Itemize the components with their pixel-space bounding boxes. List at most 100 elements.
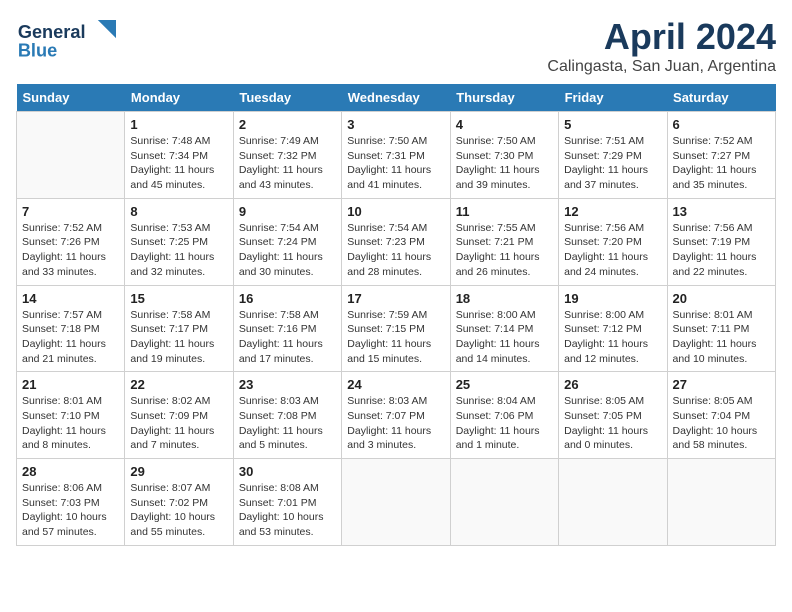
calendar-header: SundayMondayTuesdayWednesdayThursdayFrid… — [17, 84, 776, 112]
calendar-cell: 2 Sunrise: 7:49 AM Sunset: 7:32 PM Daylig… — [233, 112, 341, 199]
day-info: Sunrise: 7:52 AM Sunset: 7:27 PM Dayligh… — [673, 134, 770, 193]
title-block: April 2024 Calingasta, San Juan, Argenti… — [547, 16, 776, 76]
day-number: 25 — [456, 377, 553, 392]
calendar-week-1: 1 Sunrise: 7:48 AM Sunset: 7:34 PM Daylig… — [17, 112, 776, 199]
day-header-friday: Friday — [559, 84, 667, 112]
calendar-cell: 17 Sunrise: 7:59 AM Sunset: 7:15 PM Dayli… — [342, 285, 450, 372]
calendar-cell: 25 Sunrise: 8:04 AM Sunset: 7:06 PM Dayli… — [450, 372, 558, 459]
day-header-thursday: Thursday — [450, 84, 558, 112]
calendar-cell: 11 Sunrise: 7:55 AM Sunset: 7:21 PM Dayli… — [450, 198, 558, 285]
day-info: Sunrise: 8:03 AM Sunset: 7:07 PM Dayligh… — [347, 394, 444, 453]
calendar-week-2: 7Sunrise: 7:52 AM Sunset: 7:26 PM Daylig… — [17, 198, 776, 285]
day-info: Sunrise: 8:07 AM Sunset: 7:02 PM Dayligh… — [130, 481, 227, 540]
calendar-cell: 29 Sunrise: 8:07 AM Sunset: 7:02 PM Dayli… — [125, 459, 233, 546]
day-header-tuesday: Tuesday — [233, 84, 341, 112]
day-number: 20 — [673, 291, 770, 306]
calendar-week-5: 28 Sunrise: 8:06 AM Sunset: 7:03 PM Dayli… — [17, 459, 776, 546]
calendar-cell: 15Sunrise: 7:58 AM Sunset: 7:17 PM Dayli… — [125, 285, 233, 372]
calendar-title: April 2024 — [547, 16, 776, 58]
day-info: Sunrise: 7:57 AM Sunset: 7:18 PM Dayligh… — [22, 308, 119, 367]
day-number: 26 — [564, 377, 661, 392]
calendar-cell: 10 Sunrise: 7:54 AM Sunset: 7:23 PM Dayli… — [342, 198, 450, 285]
day-number: 11 — [456, 204, 553, 219]
calendar-table: SundayMondayTuesdayWednesdayThursdayFrid… — [16, 84, 776, 546]
calendar-cell: 13 Sunrise: 7:56 AM Sunset: 7:19 PM Dayli… — [667, 198, 775, 285]
day-header-sunday: Sunday — [17, 84, 125, 112]
calendar-cell: 24 Sunrise: 8:03 AM Sunset: 7:07 PM Dayli… — [342, 372, 450, 459]
day-info: Sunrise: 7:49 AM Sunset: 7:32 PM Dayligh… — [239, 134, 336, 193]
calendar-cell — [559, 459, 667, 546]
day-number: 24 — [347, 377, 444, 392]
day-info: Sunrise: 8:02 AM Sunset: 7:09 PM Dayligh… — [130, 394, 227, 453]
calendar-cell: 18 Sunrise: 8:00 AM Sunset: 7:14 PM Dayli… — [450, 285, 558, 372]
svg-text:Blue: Blue — [18, 40, 57, 60]
day-number: 16 — [239, 291, 336, 306]
day-info: Sunrise: 8:03 AM Sunset: 7:08 PM Dayligh… — [239, 394, 336, 453]
day-number: 18 — [456, 291, 553, 306]
page-header: General Blue April 2024 Calingasta, San … — [16, 16, 776, 76]
day-number: 27 — [673, 377, 770, 392]
day-info: Sunrise: 7:52 AM Sunset: 7:26 PM Dayligh… — [22, 221, 119, 280]
day-info: Sunrise: 8:08 AM Sunset: 7:01 PM Dayligh… — [239, 481, 336, 540]
calendar-cell — [667, 459, 775, 546]
calendar-cell: 3 Sunrise: 7:50 AM Sunset: 7:31 PM Daylig… — [342, 112, 450, 199]
calendar-cell — [17, 112, 125, 199]
day-info: Sunrise: 7:51 AM Sunset: 7:29 PM Dayligh… — [564, 134, 661, 193]
day-number: 19 — [564, 291, 661, 306]
calendar-cell: 7Sunrise: 7:52 AM Sunset: 7:26 PM Daylig… — [17, 198, 125, 285]
day-number: 5 — [564, 117, 661, 132]
calendar-cell: 6 Sunrise: 7:52 AM Sunset: 7:27 PM Daylig… — [667, 112, 775, 199]
day-info: Sunrise: 8:06 AM Sunset: 7:03 PM Dayligh… — [22, 481, 119, 540]
day-number: 9 — [239, 204, 336, 219]
day-info: Sunrise: 8:04 AM Sunset: 7:06 PM Dayligh… — [456, 394, 553, 453]
day-header-saturday: Saturday — [667, 84, 775, 112]
day-info: Sunrise: 7:55 AM Sunset: 7:21 PM Dayligh… — [456, 221, 553, 280]
day-info: Sunrise: 8:05 AM Sunset: 7:04 PM Dayligh… — [673, 394, 770, 453]
day-number: 8 — [130, 204, 227, 219]
day-info: Sunrise: 8:00 AM Sunset: 7:14 PM Dayligh… — [456, 308, 553, 367]
day-info: Sunrise: 7:59 AM Sunset: 7:15 PM Dayligh… — [347, 308, 444, 367]
calendar-subtitle: Calingasta, San Juan, Argentina — [547, 58, 776, 76]
calendar-cell — [342, 459, 450, 546]
day-info: Sunrise: 7:54 AM Sunset: 7:23 PM Dayligh… — [347, 221, 444, 280]
day-number: 2 — [239, 117, 336, 132]
day-number: 15 — [130, 291, 227, 306]
calendar-week-3: 14Sunrise: 7:57 AM Sunset: 7:18 PM Dayli… — [17, 285, 776, 372]
calendar-cell: 8Sunrise: 7:53 AM Sunset: 7:25 PM Daylig… — [125, 198, 233, 285]
calendar-cell: 14Sunrise: 7:57 AM Sunset: 7:18 PM Dayli… — [17, 285, 125, 372]
day-number: 13 — [673, 204, 770, 219]
day-info: Sunrise: 7:48 AM Sunset: 7:34 PM Dayligh… — [130, 134, 227, 193]
day-number: 30 — [239, 464, 336, 479]
calendar-cell: 5 Sunrise: 7:51 AM Sunset: 7:29 PM Daylig… — [559, 112, 667, 199]
day-info: Sunrise: 7:50 AM Sunset: 7:30 PM Dayligh… — [456, 134, 553, 193]
day-info: Sunrise: 8:05 AM Sunset: 7:05 PM Dayligh… — [564, 394, 661, 453]
calendar-body: 1 Sunrise: 7:48 AM Sunset: 7:34 PM Daylig… — [17, 112, 776, 546]
day-number: 29 — [130, 464, 227, 479]
calendar-cell: 9Sunrise: 7:54 AM Sunset: 7:24 PM Daylig… — [233, 198, 341, 285]
calendar-cell: 1 Sunrise: 7:48 AM Sunset: 7:34 PM Daylig… — [125, 112, 233, 199]
day-number: 22 — [130, 377, 227, 392]
day-info: Sunrise: 7:56 AM Sunset: 7:20 PM Dayligh… — [564, 221, 661, 280]
day-info: Sunrise: 7:56 AM Sunset: 7:19 PM Dayligh… — [673, 221, 770, 280]
logo: General Blue — [16, 16, 116, 64]
calendar-cell: 19Sunrise: 8:00 AM Sunset: 7:12 PM Dayli… — [559, 285, 667, 372]
calendar-cell: 23Sunrise: 8:03 AM Sunset: 7:08 PM Dayli… — [233, 372, 341, 459]
day-number: 1 — [130, 117, 227, 132]
day-number: 17 — [347, 291, 444, 306]
calendar-cell: 12Sunrise: 7:56 AM Sunset: 7:20 PM Dayli… — [559, 198, 667, 285]
calendar-cell: 30 Sunrise: 8:08 AM Sunset: 7:01 PM Dayli… — [233, 459, 341, 546]
day-header-monday: Monday — [125, 84, 233, 112]
calendar-cell: 21Sunrise: 8:01 AM Sunset: 7:10 PM Dayli… — [17, 372, 125, 459]
calendar-week-4: 21Sunrise: 8:01 AM Sunset: 7:10 PM Dayli… — [17, 372, 776, 459]
day-number: 10 — [347, 204, 444, 219]
day-number: 3 — [347, 117, 444, 132]
calendar-cell: 26 Sunrise: 8:05 AM Sunset: 7:05 PM Dayli… — [559, 372, 667, 459]
svg-text:General: General — [18, 22, 86, 42]
day-number: 4 — [456, 117, 553, 132]
day-info: Sunrise: 8:01 AM Sunset: 7:10 PM Dayligh… — [22, 394, 119, 453]
calendar-cell: 27 Sunrise: 8:05 AM Sunset: 7:04 PM Dayli… — [667, 372, 775, 459]
day-number: 6 — [673, 117, 770, 132]
day-info: Sunrise: 7:50 AM Sunset: 7:31 PM Dayligh… — [347, 134, 444, 193]
calendar-cell: 16Sunrise: 7:58 AM Sunset: 7:16 PM Dayli… — [233, 285, 341, 372]
day-number: 28 — [22, 464, 119, 479]
